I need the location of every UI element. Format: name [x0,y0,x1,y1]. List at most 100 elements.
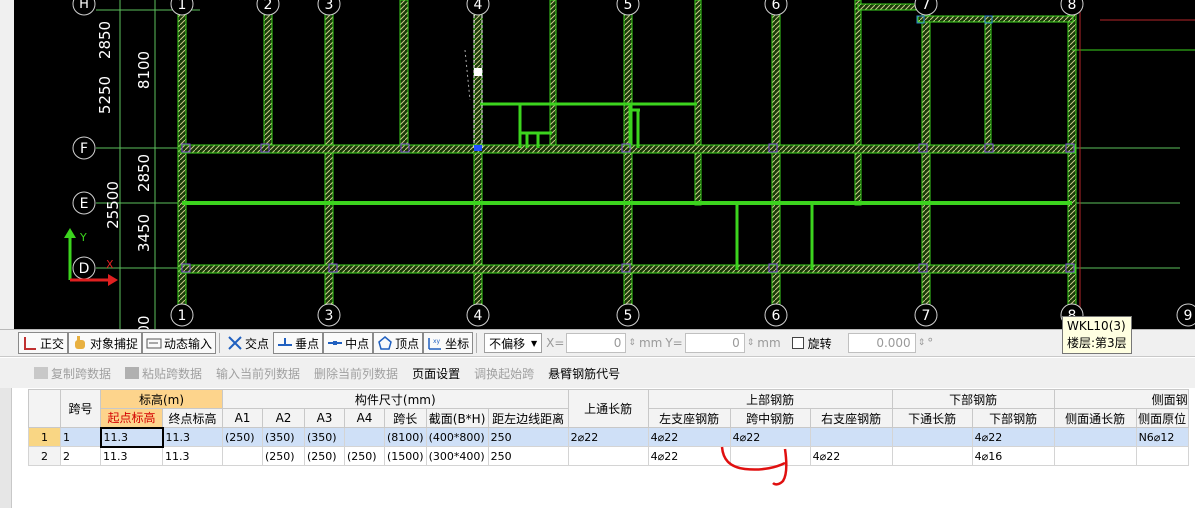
header-elevation[interactable]: 标高(m) [100,389,223,409]
header-side-original-bar[interactable]: 侧面原位 [1135,408,1189,428]
axis-bubbles-top: 1 2 3 4 5 6 7 8 [170,0,1084,16]
header-left-support-bar[interactable]: 左支座钢筋 [647,408,731,428]
cell-a3[interactable]: (250) [304,446,345,466]
header-bottom-bars[interactable]: 下部钢筋 [891,389,1055,409]
spin-arrows-icon: ⇕ [917,338,926,348]
ortho-button[interactable]: 正交 [18,332,69,354]
cad-drawing[interactable]: 1 2 3 4 5 6 7 8 1 3 4 5 6 7 8 9 F E D H 2850 5250 25500 … [0,0,1195,329]
cell-a1[interactable] [222,446,263,466]
header-a4[interactable]: A4 [344,408,385,428]
header-top-bars[interactable]: 上部钢筋 [647,389,893,409]
dim-partial-bottom: 00 [135,315,153,329]
header-top-through-bar[interactable]: 上通长筋 [567,389,649,428]
ucs-y-label: Y [79,231,87,244]
cell-bottom-bar[interactable]: 4⌀22 [971,427,1055,447]
row-number[interactable]: 1 [28,427,61,447]
axis-bottom-1-label: 3 [325,308,334,324]
axis-top-7-label: 8 [1068,0,1077,13]
copy-span-button[interactable]: 复制跨数据 [30,362,115,384]
cell-end-elev[interactable]: 11.3 [162,446,223,466]
cell-span[interactable]: 2 [60,446,101,466]
cell-bottom-through-bar[interactable] [891,427,973,447]
cell-top-through-bar[interactable]: 2⌀22 [567,427,649,447]
cell-side-through-bar[interactable] [1053,446,1137,466]
header-bottom-bar[interactable]: 下部钢筋 [971,408,1055,428]
object-snap-label: 对象捕捉 [90,336,139,351]
delete-column-button[interactable]: 删除当前列数据 [310,362,402,384]
cell-section[interactable]: (400*800) [425,427,489,447]
header-side-through-bar[interactable]: 侧面通长筋 [1053,408,1137,428]
header-member-size[interactable]: 构件尺寸(mm) [222,389,569,409]
intersection-snap-button[interactable]: 交点 [223,332,273,354]
header-right-support-bar[interactable]: 右支座钢筋 [809,408,893,428]
offset-mode-select[interactable]: 不偏移 ▼ [484,333,543,353]
coordinate-snap-button[interactable]: xy 坐标 [423,332,474,354]
cantilever-code-button[interactable]: 悬臂钢筋代号 [544,362,624,384]
cell-side-original-bar[interactable]: N6⌀12 [1135,427,1189,447]
cell-mid-span-bar[interactable] [729,446,811,466]
dim-8100: 8100 [135,51,153,89]
midpoint-snap-button[interactable]: 中点 [323,332,374,354]
cell-start-elev[interactable]: 11.3 [99,426,164,448]
cell-end-elev[interactable]: 11.3 [162,427,223,447]
paste-span-button[interactable]: 粘贴跨数据 [121,362,206,384]
cell-section[interactable]: (300*400) [425,446,489,466]
cell-right-support-bar[interactable]: 4⌀22 [809,446,893,466]
cell-span-length[interactable]: (1500) [384,446,427,466]
header-a2[interactable]: A2 [262,408,305,428]
cell-mid-span-bar[interactable]: 4⌀22 [729,427,811,447]
cell-a2[interactable]: (350) [262,427,305,447]
cell-span-length[interactable]: (8100) [384,427,427,447]
rotate-angle-input[interactable]: 0.000 [847,333,916,353]
header-bottom-through-bar[interactable]: 下通长筋 [891,408,973,428]
cad-canvas[interactable]: 1 2 3 4 5 6 7 8 1 3 4 5 6 7 8 9 F E D H 2850 5250 25500 … [0,0,1195,329]
x-offset-input[interactable]: 0 [566,333,627,353]
axis-bottom-0-label: 1 [178,308,187,324]
cell-span[interactable]: 1 [60,427,101,447]
header-span-no[interactable]: 跨号 [60,389,101,428]
header-end-elev[interactable]: 终点标高 [162,408,223,428]
input-column-label: 输入当前列数据 [216,366,301,381]
input-column-button[interactable]: 输入当前列数据 [212,362,304,384]
cell-right-support-bar[interactable] [809,427,893,447]
page-setup-button[interactable]: 页面设置 [408,362,464,384]
cell-side-original-bar[interactable] [1135,446,1189,466]
header-left-distance[interactable]: 距左边线距离 [487,408,569,428]
cell-a3[interactable]: (350) [304,427,345,447]
vertex-snap-button[interactable]: 顶点 [373,332,424,354]
object-snap-button[interactable]: 对象捕捉 [68,332,143,354]
perpendicular-snap-button[interactable]: 垂点 [273,332,324,354]
cell-left-distance[interactable]: 250 [487,427,569,447]
header-section[interactable]: 截面(B*H) [425,408,489,428]
cell-bottom-bar[interactable]: 4⌀16 [971,446,1055,466]
table-row[interactable]: 1 1 11.3 11.3 (250) (350) (350) (8100) (… [28,426,1189,448]
span-edit-toolbar: 复制跨数据 粘贴跨数据 输入当前列数据 删除当前列数据 页面设置 调换起始跨 悬… [0,358,1195,388]
cell-a4[interactable] [344,427,385,447]
axis-bubbles-bottom: 13456789 [170,303,1195,327]
cell-left-support-bar[interactable]: 4⌀22 [647,446,731,466]
rotate-checkbox[interactable] [791,337,804,349]
dynamic-input-button[interactable]: 动态输入 [142,332,217,354]
cell-side-through-bar[interactable] [1053,427,1137,447]
table-row[interactable]: 2 2 11.3 11.3 (250) (250) (250) (1500) (… [28,446,1189,466]
header-side-bars[interactable]: 侧面钢 [1053,389,1189,409]
cell-a1[interactable]: (250) [222,427,263,447]
cell-left-support-bar[interactable]: 4⌀22 [647,427,731,447]
axis-bottom-7-label: 9 [1184,308,1193,324]
swap-start-span-button[interactable]: 调换起始跨 [470,362,538,384]
header-start-elev[interactable]: 起点标高 [100,408,163,428]
header-a1[interactable]: A1 [222,408,263,428]
row-number[interactable]: 2 [28,446,61,466]
cell-a4[interactable]: (250) [344,446,385,466]
cell-bottom-through-bar[interactable] [891,446,973,466]
header-a3[interactable]: A3 [304,408,345,428]
cell-a2[interactable]: (250) [262,446,305,466]
header-mid-span-bar[interactable]: 跨中钢筋 [729,408,811,428]
cell-left-distance[interactable]: 250 [487,446,569,466]
cell-top-through-bar[interactable] [567,446,649,466]
axis-left-2-label: D [79,261,90,277]
dim-2850-top: 2850 [96,21,114,59]
y-offset-input[interactable]: 0 [684,333,745,353]
cell-start-elev[interactable]: 11.3 [100,446,163,466]
header-span-length[interactable]: 跨长 [384,408,427,428]
